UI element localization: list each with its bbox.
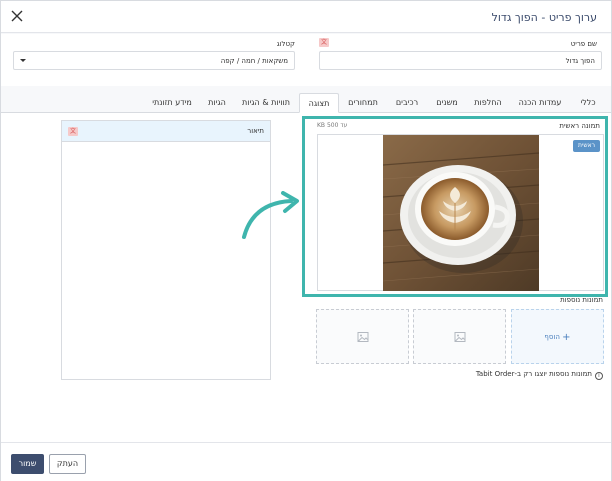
tab-bar: כללי עמדות הכנה החלפות משנים רכיבים תמחו…: [1, 89, 611, 113]
image-slot[interactable]: [316, 309, 409, 364]
dialog-footer: שמור העתק: [1, 442, 611, 481]
image-slot[interactable]: [413, 309, 506, 364]
tab-display[interactable]: תצוגה: [299, 93, 339, 113]
coffee-photo: [383, 135, 539, 291]
copy-button[interactable]: העתק: [49, 454, 86, 474]
image-placeholder-icon: [454, 332, 466, 342]
dialog-title: ערוך פריט - הפוך גדול: [491, 11, 597, 24]
pointer-arrow-icon: [239, 191, 303, 243]
tab-pricing[interactable]: תמחורים: [341, 93, 385, 113]
catalog-select[interactable]: משקאות / חמה / קפה: [13, 51, 295, 70]
tab-allergens[interactable]: הגיות: [202, 93, 232, 113]
main-image-badge: ראשית: [573, 140, 600, 152]
main-image-frame[interactable]: ראשית: [317, 134, 604, 291]
translate-flag-icon[interactable]: 文: [68, 127, 78, 136]
tab-ingredients[interactable]: רכיבים: [388, 93, 426, 113]
more-images-label: תמונות נוספות: [560, 296, 603, 304]
main-image-section: תמונה ראשית עד 500 KB ראשית: [302, 116, 608, 297]
info-icon: i: [595, 372, 603, 380]
main-image-label: תמונה ראשית: [559, 122, 600, 130]
tab-labels[interactable]: תוויות & הגיות: [236, 93, 296, 113]
dialog-header: ערוך פריט - הפוך גדול: [1, 1, 611, 33]
image-placeholder-icon: [357, 332, 369, 342]
item-name-input[interactable]: הפוך גדול: [319, 51, 602, 70]
translate-flag-icon[interactable]: 文: [319, 38, 329, 47]
tab-replacements[interactable]: החלפות: [468, 93, 508, 113]
close-icon[interactable]: [10, 9, 24, 23]
item-form: שם פריט 文 הפוך גדול קטלוג משקאות / חמה /…: [1, 34, 611, 86]
size-limit-label: עד 500 KB: [317, 122, 348, 129]
display-tab-content: תיאור 文 תמונה ראשית עד 500 KB ראשית תמונ…: [1, 113, 611, 442]
tab-nutrition[interactable]: מידע תזונתי: [145, 93, 199, 113]
edit-item-dialog: ערוך פריט - הפוך גדול שם פריט 文 הפוך גדו…: [0, 0, 612, 481]
description-label: תיאור: [247, 127, 264, 135]
catalog-label: קטלוג: [276, 40, 295, 48]
description-header: תיאור 文: [62, 121, 270, 142]
tab-modifiers[interactable]: משנים: [429, 93, 465, 113]
description-textarea[interactable]: [62, 142, 270, 379]
add-image-button[interactable]: + הוסף: [511, 309, 604, 364]
info-note: iתמונות נוספות יוצגו רק ב-Tabit Order: [476, 370, 603, 380]
save-button[interactable]: שמור: [11, 454, 44, 474]
description-panel: תיאור 文: [61, 120, 271, 380]
add-label: + הוסף: [544, 332, 571, 343]
tab-general[interactable]: כללי: [573, 93, 603, 113]
catalog-value: משקאות / חמה / קפה: [220, 57, 288, 65]
item-name-label: שם פריט: [570, 40, 597, 48]
tab-prep-stations[interactable]: עמדות הכנה: [511, 93, 569, 113]
chevron-down-icon: [20, 59, 26, 62]
